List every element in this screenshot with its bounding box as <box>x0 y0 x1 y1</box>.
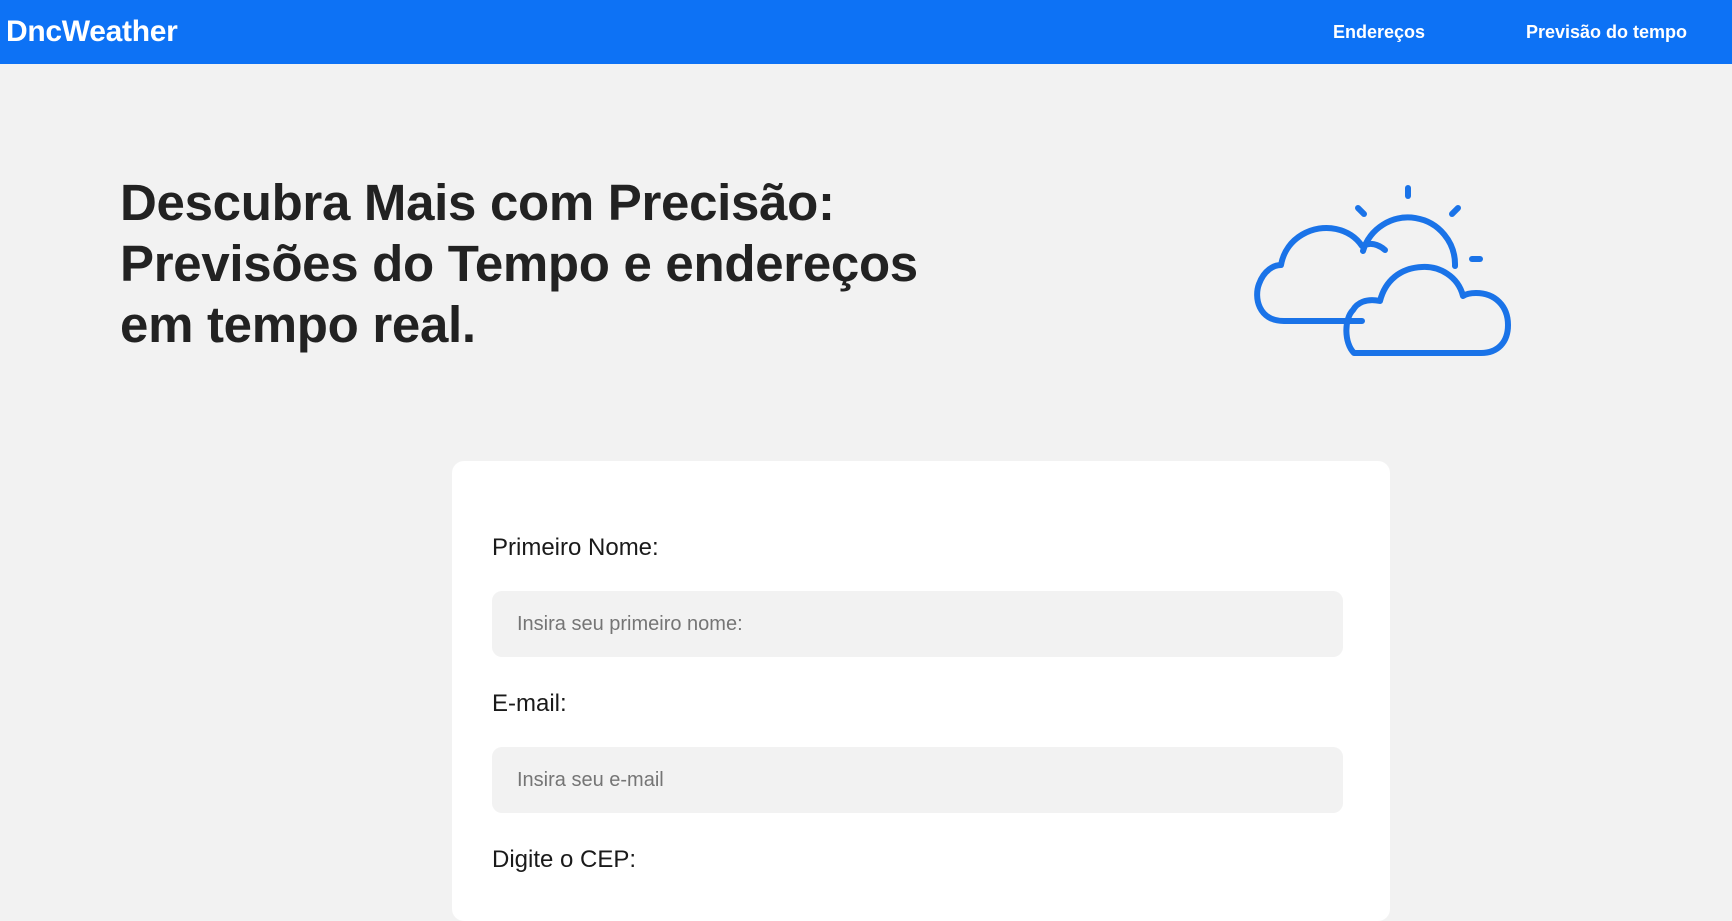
nav-link-forecast[interactable]: Previsão do tempo <box>1526 0 1687 64</box>
first-name-label: Primeiro Nome: <box>492 534 659 561</box>
cloud-sun-icon <box>1254 185 1511 356</box>
signup-form-card: Primeiro Nome: E-mail: Digite o CEP: <box>452 461 1390 921</box>
brand-logo[interactable]: DncWeather <box>6 0 178 64</box>
nav-link-addresses[interactable]: Endereços <box>1333 0 1425 64</box>
email-label: E-mail: <box>492 690 567 717</box>
first-name-input[interactable] <box>492 591 1343 657</box>
hero-title: Descubra Mais com Precisão: Previsões do… <box>120 174 918 353</box>
email-input[interactable] <box>492 747 1343 813</box>
cep-label: Digite o CEP: <box>492 846 637 873</box>
top-navbar: DncWeather Endereços Previsão do tempo <box>0 0 1732 64</box>
